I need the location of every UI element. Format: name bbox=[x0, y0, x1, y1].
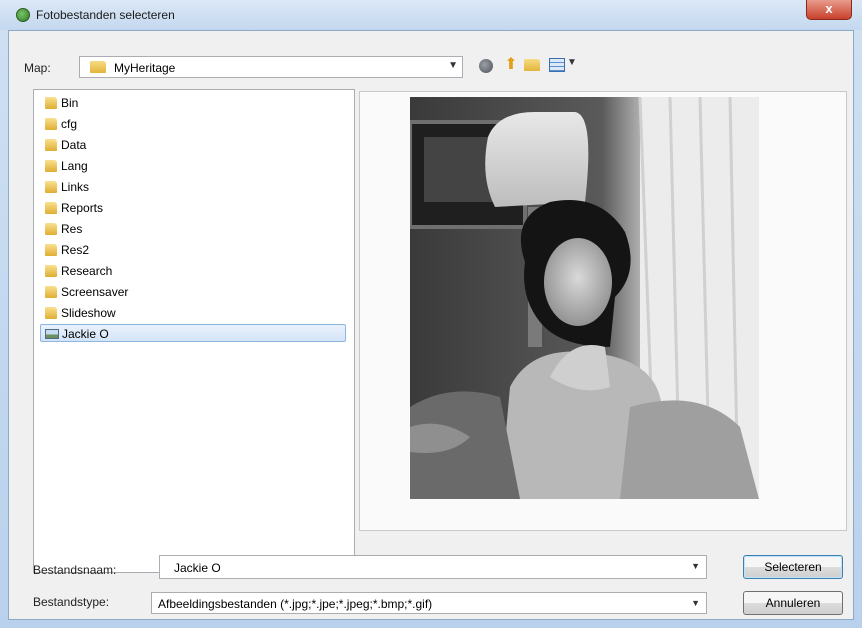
view-menu-icon[interactable] bbox=[549, 58, 565, 72]
filetype-select[interactable]: Afbeeldingsbestanden (*.jpg;*.jpe;*.jpeg… bbox=[151, 592, 707, 614]
lookin-label: Map: bbox=[24, 61, 51, 75]
folder-icon bbox=[45, 97, 57, 109]
tree-item-bin[interactable]: Bin bbox=[40, 94, 346, 112]
tree-item-label: Bin bbox=[61, 96, 79, 110]
tree-item-label: Jackie O bbox=[62, 327, 109, 341]
folder-icon bbox=[90, 61, 106, 73]
tree-item-label: Res bbox=[61, 222, 83, 236]
view-menu-chevron-icon[interactable]: ▼ bbox=[567, 57, 577, 68]
filename-value: Jackie O bbox=[174, 561, 221, 575]
select-button[interactable]: Selecteren bbox=[743, 555, 843, 579]
up-folder-icon[interactable]: ⬆ bbox=[501, 55, 521, 75]
folder-tree[interactable]: Bin cfg Data Lang Links Reports Res Res2… bbox=[33, 89, 355, 573]
tree-item-links[interactable]: Links bbox=[40, 178, 346, 196]
tree-item-reports[interactable]: Reports bbox=[40, 199, 346, 217]
chevron-down-icon[interactable]: ▼ bbox=[691, 598, 700, 608]
folder-icon bbox=[45, 307, 57, 319]
tree-item-lang[interactable]: Lang bbox=[40, 157, 346, 175]
app-icon bbox=[16, 8, 30, 22]
back-icon[interactable] bbox=[479, 59, 493, 73]
folder-icon bbox=[45, 181, 57, 193]
tree-item-label: Lang bbox=[61, 159, 88, 173]
tree-item-research[interactable]: Research bbox=[40, 262, 346, 280]
filename-label: Bestandsnaam: bbox=[33, 563, 117, 577]
folder-icon bbox=[45, 223, 57, 235]
preview-photo bbox=[410, 97, 759, 499]
folder-icon bbox=[45, 202, 57, 214]
tree-item-label: Res2 bbox=[61, 243, 90, 257]
tree-item-label: Slideshow bbox=[61, 306, 116, 320]
tree-item-data[interactable]: Data bbox=[40, 136, 346, 154]
tree-item-screensaver[interactable]: Screensaver bbox=[40, 283, 346, 301]
tree-item-label: cfg bbox=[61, 117, 78, 131]
window-title: Fotobestanden selecteren bbox=[36, 8, 175, 22]
tree-item-label: Data bbox=[61, 138, 87, 152]
new-folder-icon[interactable] bbox=[524, 59, 540, 71]
tree-item-label: Research bbox=[61, 264, 113, 278]
tree-item-cfg[interactable]: cfg bbox=[40, 115, 346, 133]
tree-item-res2[interactable]: Res2 bbox=[40, 241, 346, 259]
tree-item-label: Screensaver bbox=[61, 285, 129, 299]
chevron-down-icon: ▼ bbox=[448, 60, 458, 71]
tree-item-label: Reports bbox=[61, 201, 104, 215]
folder-icon bbox=[45, 286, 57, 298]
cancel-button[interactable]: Annuleren bbox=[743, 591, 843, 615]
filetype-label: Bestandstype: bbox=[33, 595, 110, 609]
lookin-dropdown[interactable]: MyHeritage ▼ bbox=[79, 56, 463, 78]
folder-icon bbox=[45, 118, 57, 130]
file-dialog-window: Fotobestanden selecteren x Map: MyHerita… bbox=[0, 0, 862, 628]
folder-icon bbox=[45, 160, 57, 172]
dialog-body: Map: MyHeritage ▼ ⬆ ▼ Bin cfg Data Lang … bbox=[8, 30, 854, 620]
tree-item-slideshow[interactable]: Slideshow bbox=[40, 304, 346, 322]
image-preview-pane bbox=[359, 91, 847, 531]
folder-icon bbox=[45, 244, 57, 256]
tree-item-label: Links bbox=[61, 180, 90, 194]
chevron-down-icon[interactable]: ▼ bbox=[691, 561, 700, 571]
tree-item-jackie-o[interactable]: Jackie O bbox=[40, 324, 346, 342]
close-button[interactable]: x bbox=[806, 0, 852, 20]
title-bar[interactable]: Fotobestanden selecteren x bbox=[0, 0, 862, 30]
lookin-value: MyHeritage bbox=[114, 61, 176, 75]
tree-item-res[interactable]: Res bbox=[40, 220, 346, 238]
filename-input[interactable]: Jackie O ▼ bbox=[159, 555, 707, 579]
filetype-value: Afbeeldingsbestanden (*.jpg;*.jpe;*.jpeg… bbox=[158, 597, 433, 611]
image-file-icon bbox=[45, 329, 59, 339]
folder-icon bbox=[45, 265, 57, 277]
folder-icon bbox=[45, 139, 57, 151]
